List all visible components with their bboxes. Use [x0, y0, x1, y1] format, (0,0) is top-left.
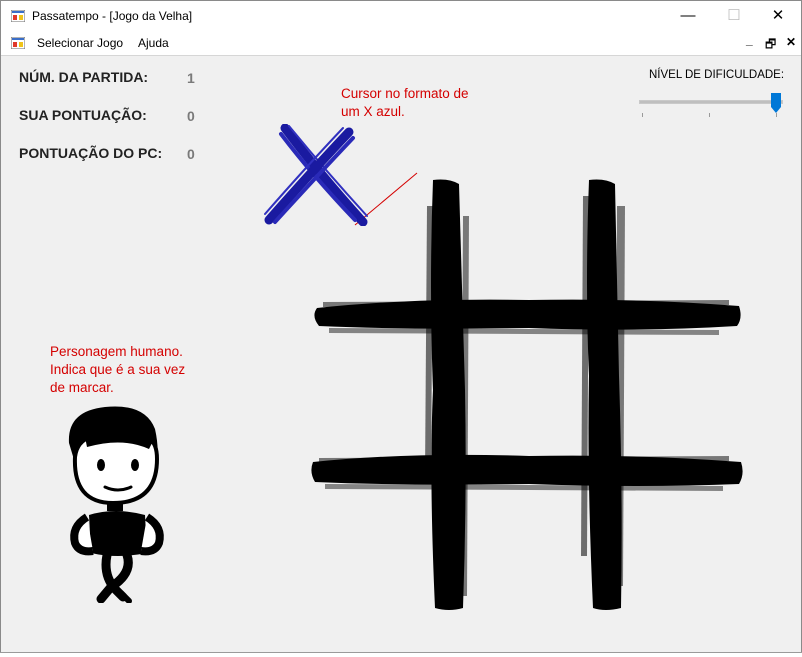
- player-score-value: 0: [187, 108, 195, 124]
- game-area[interactable]: NÚM. DA PARTIDA: 1 SUA PONTUAÇÃO: 0 PONT…: [1, 56, 801, 653]
- menu-ajuda[interactable]: Ajuda: [138, 36, 169, 50]
- cursor-annotation-line: Cursor no formato de: [341, 86, 469, 101]
- mdi-minimize-button[interactable]: _: [746, 33, 753, 47]
- human-annotation-line: Indica que é a sua vez: [50, 362, 186, 377]
- cursor-annotation-line: um X azul.: [341, 104, 405, 119]
- menu-selecionar-jogo[interactable]: Selecionar Jogo: [37, 36, 123, 50]
- difficulty-slider-thumb[interactable]: [771, 93, 781, 113]
- cursor-annotation: Cursor no formato de um X azul.: [341, 85, 469, 121]
- slider-tick: [709, 113, 710, 117]
- close-button[interactable]: ✕: [755, 1, 801, 33]
- player-score-label: SUA PONTUAÇÃO:: [19, 107, 147, 123]
- app-window: Passatempo - [Jogo da Velha] — ☐ ✕ Selec…: [0, 0, 802, 656]
- title-bar: Passatempo - [Jogo da Velha] — ☐ ✕: [1, 1, 801, 33]
- human-annotation: Personagem humano. Indica que é a sua ve…: [50, 343, 185, 397]
- human-annotation-line: de marcar.: [50, 380, 114, 395]
- match-number-label: NÚM. DA PARTIDA:: [19, 69, 149, 85]
- pc-score-value: 0: [187, 146, 195, 162]
- slider-tick: [776, 113, 777, 117]
- app-icon: [11, 10, 25, 22]
- match-number-value: 1: [187, 70, 195, 86]
- slider-tick: [642, 113, 643, 117]
- mdi-restore-button[interactable]: 🗗: [765, 35, 776, 56]
- mdi-child-icon[interactable]: [11, 37, 25, 49]
- difficulty-label: NÍVEL DE DIFICULDADE:: [649, 69, 785, 81]
- maximize-button[interactable]: ☐: [711, 1, 757, 33]
- difficulty-slider-track[interactable]: [639, 100, 783, 104]
- human-annotation-line: Personagem humano.: [50, 344, 183, 359]
- tic-tac-toe-board[interactable]: [309, 176, 745, 614]
- pc-score-label: PONTUAÇÃO DO PC:: [19, 145, 163, 161]
- status-strip: [0, 652, 802, 657]
- mdi-close-button[interactable]: ✕: [786, 35, 796, 49]
- minimize-button[interactable]: —: [665, 1, 711, 33]
- human-character: [68, 406, 164, 603]
- menu-bar: Selecionar Jogo Ajuda _ 🗗 ✕: [1, 33, 801, 56]
- window-title: Passatempo - [Jogo da Velha]: [32, 9, 193, 23]
